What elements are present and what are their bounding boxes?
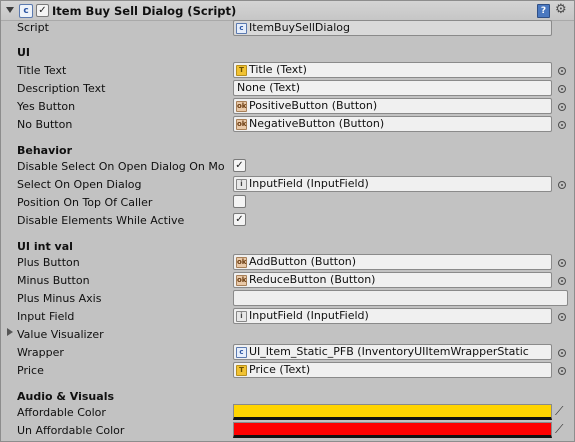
section-audio-visuals-heading: Audio & Visuals [17,390,115,403]
button-component-icon: ok [236,257,247,268]
object-picker-icon[interactable] [558,313,566,321]
script-component-icon: c [236,347,247,358]
description-text-value: None (Text) [237,81,301,94]
title-text-field[interactable]: T Title (Text) [233,62,552,78]
description-text-label: Description Text [17,82,106,95]
section-ui-heading: UI [17,46,31,59]
component-enabled-checkbox[interactable]: ✓ [36,4,49,17]
position-on-top-checkbox[interactable] [233,195,246,208]
affordable-color-swatch[interactable] [233,404,552,420]
position-on-top-label: Position On Top Of Caller [17,196,153,209]
button-component-icon: ok [236,119,247,130]
select-on-open-label: Select On Open Dialog [17,178,142,191]
button-component-icon: ok [236,101,247,112]
title-text-label: Title Text [17,64,67,77]
script-component-icon: c [19,4,33,18]
object-picker-icon[interactable] [558,349,566,357]
component-title: Item Buy Sell Dialog (Script) [52,4,237,18]
component-header[interactable]: c ✓ Item Buy Sell Dialog (Script) ? ⚙ [1,1,574,21]
unaffordable-color-label: Un Affordable Color [17,424,125,437]
script-field[interactable]: c ItemBuySellDialog [233,20,552,36]
object-picker-icon[interactable] [558,67,566,75]
section-behavior-heading: Behavior [17,144,73,157]
input-field-value: InputField (InputField) [249,309,369,322]
disable-elements-checkbox[interactable]: ✓ [233,213,246,226]
value-visualizer-label[interactable]: Value Visualizer [17,328,104,341]
no-button-field[interactable]: ok NegativeButton (Button) [233,116,552,132]
object-picker-icon[interactable] [558,85,566,93]
select-on-open-value: InputField (InputField) [249,177,369,190]
wrapper-field[interactable]: c UI_Item_Static_PFB (InventoryUIItemWrap… [233,344,552,360]
wrapper-label: Wrapper [17,346,64,359]
minus-button-field[interactable]: ok ReduceButton (Button) [233,272,552,288]
plus-button-label: Plus Button [17,256,80,269]
unaffordable-color-swatch[interactable] [233,422,552,438]
script-file-icon: c [236,23,247,34]
object-picker-icon[interactable] [558,367,566,375]
plus-button-value: AddButton (Button) [249,255,357,268]
price-field[interactable]: T Price (Text) [233,362,552,378]
script-value: ItemBuySellDialog [249,21,350,34]
foldout-arrow-icon[interactable] [6,7,14,13]
price-label: Price [17,364,44,377]
minus-button-value: ReduceButton (Button) [249,273,376,286]
inputfield-component-icon: i [236,179,247,190]
title-text-value: Title (Text) [249,63,307,76]
affordable-color-label: Affordable Color [17,406,106,419]
disable-select-label: Disable Select On Open Dialog On Mo [17,160,225,173]
button-component-icon: ok [236,275,247,286]
disable-elements-label: Disable Elements While Active [17,214,185,227]
no-button-value: NegativeButton (Button) [249,117,385,130]
section-ui-int-val-heading: UI int val [17,240,73,253]
wrapper-value: UI_Item_Static_PFB (InventoryUIItemWrapp… [249,345,529,358]
plus-minus-axis-input[interactable] [233,290,568,306]
help-icon[interactable]: ? [537,4,550,18]
plus-minus-axis-label: Plus Minus Axis [17,292,102,305]
object-picker-icon[interactable] [558,277,566,285]
object-picker-icon[interactable] [558,181,566,189]
inspector-panel: c ✓ Item Buy Sell Dialog (Script) ? ⚙ Sc… [0,0,575,442]
select-on-open-field[interactable]: i InputField (InputField) [233,176,552,192]
description-text-field[interactable]: None (Text) [233,80,552,96]
text-component-icon: T [236,65,247,76]
settings-gear-icon[interactable]: ⚙ [555,3,567,17]
script-label: Script [17,21,49,34]
yes-button-label: Yes Button [17,100,76,113]
eyedropper-icon[interactable]: ⟋ [555,422,569,436]
object-picker-icon[interactable] [558,259,566,267]
minus-button-label: Minus Button [17,274,90,287]
plus-button-field[interactable]: ok AddButton (Button) [233,254,552,270]
input-field-field[interactable]: i InputField (InputField) [233,308,552,324]
value-visualizer-expand-icon[interactable] [7,328,13,336]
disable-select-checkbox[interactable]: ✓ [233,159,246,172]
object-picker-icon[interactable] [558,103,566,111]
price-value: Price (Text) [249,363,311,376]
text-component-icon: T [236,365,247,376]
input-field-label: Input Field [17,310,75,323]
yes-button-field[interactable]: ok PositiveButton (Button) [233,98,552,114]
inputfield-component-icon: i [236,311,247,322]
no-button-label: No Button [17,118,73,131]
yes-button-value: PositiveButton (Button) [249,99,378,112]
object-picker-icon[interactable] [558,121,566,129]
eyedropper-icon[interactable]: ⟋ [555,404,569,418]
